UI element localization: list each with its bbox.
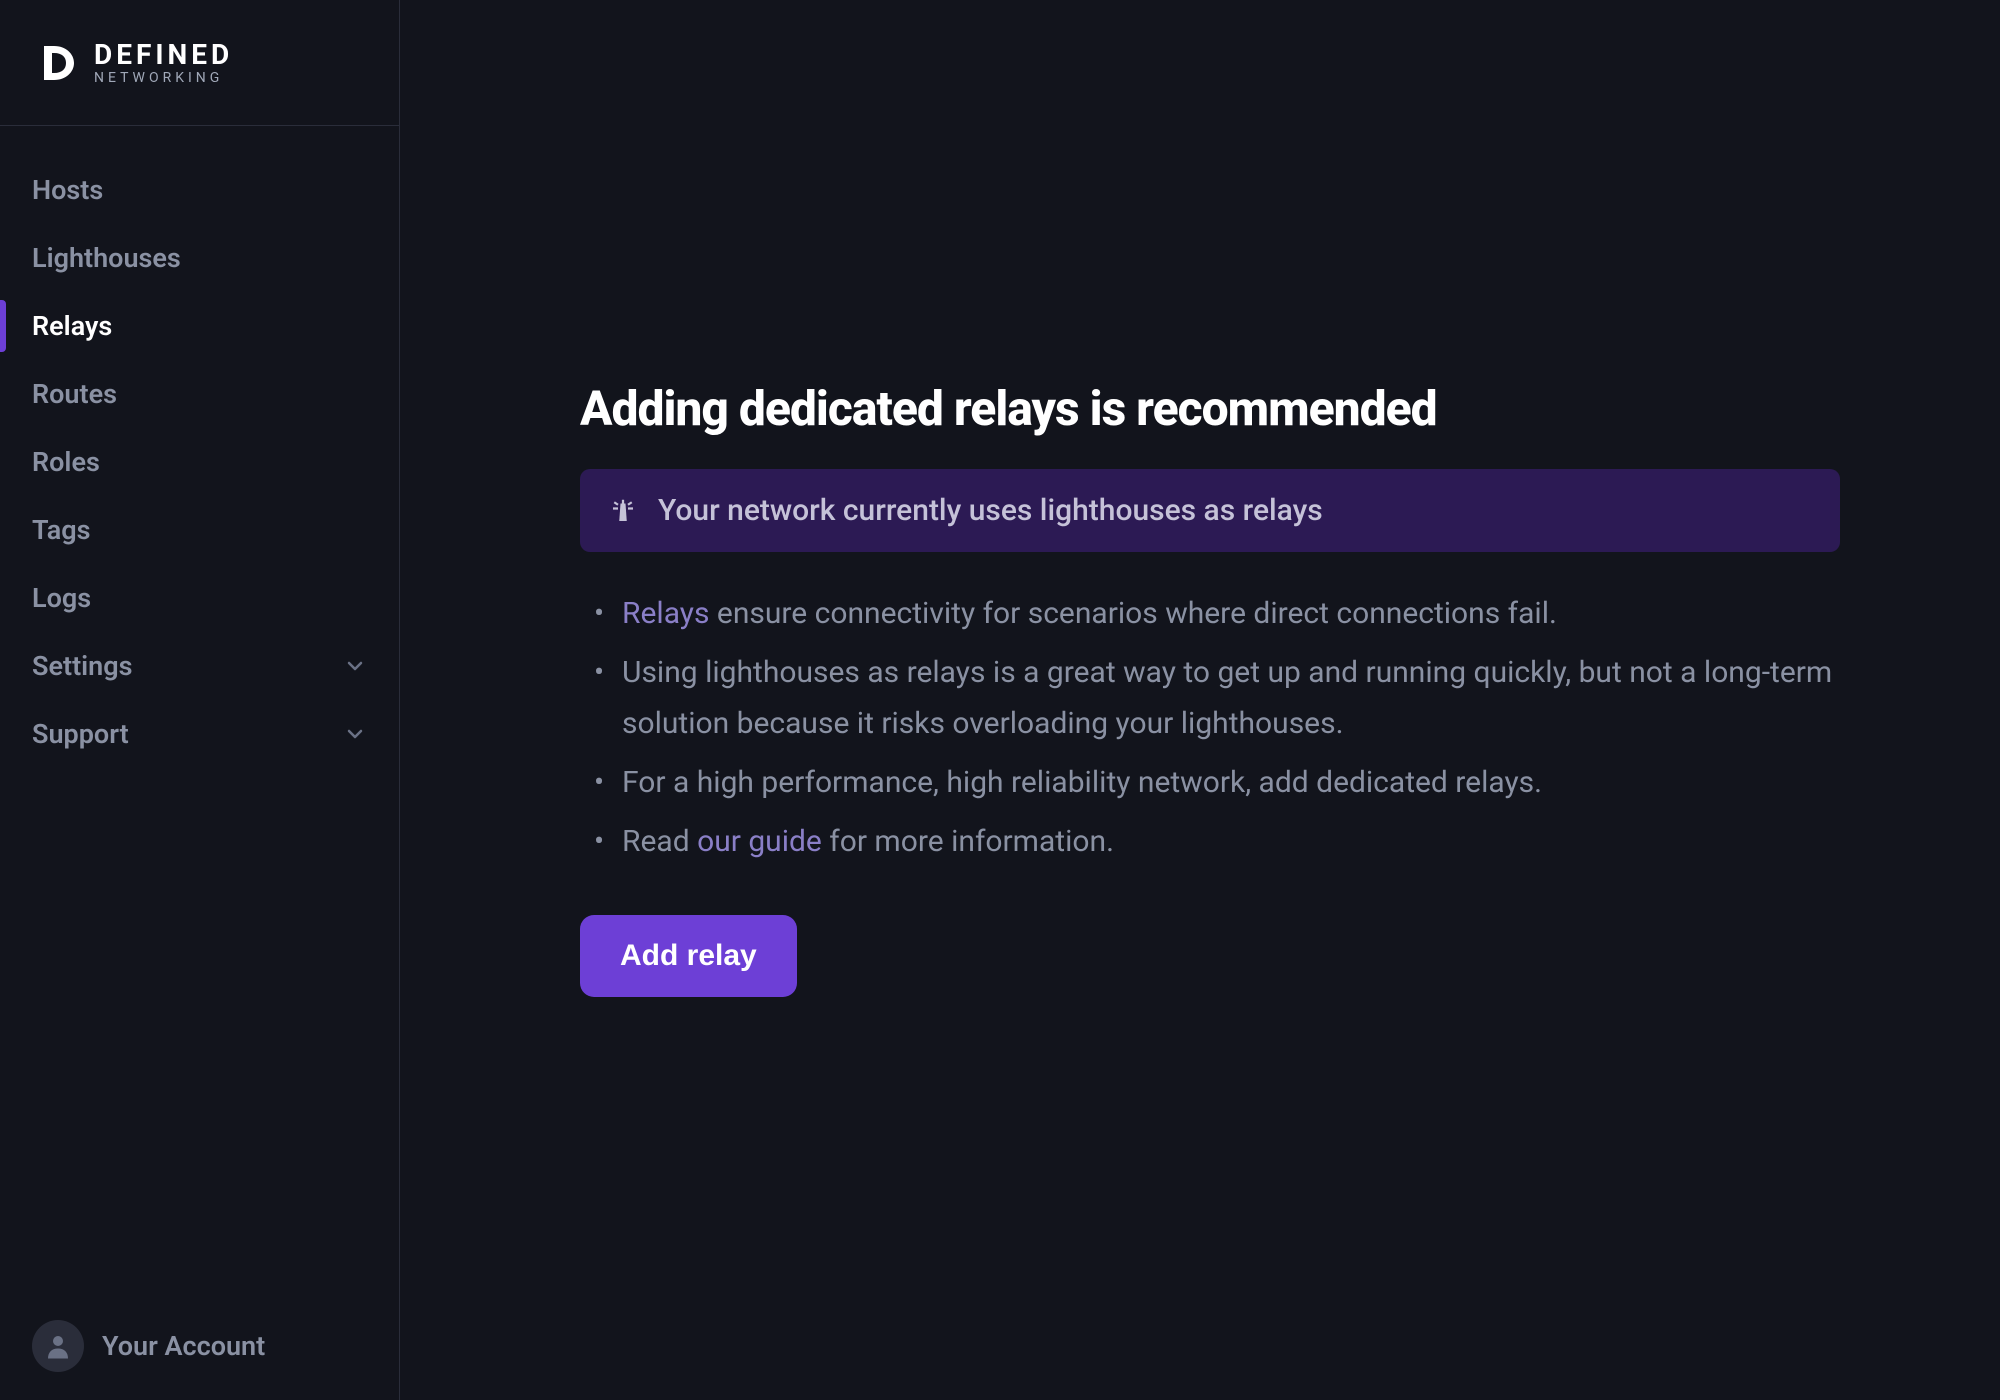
sidebar-item-tags[interactable]: Tags	[0, 496, 399, 564]
account-label: Your Account	[102, 1330, 265, 1362]
sidebar-item-label: Roles	[32, 446, 100, 478]
list-item-text: For a high performance, high reliability…	[622, 765, 1542, 800]
sidebar-item-label: Support	[32, 718, 129, 750]
main-content: Adding dedicated relays is recommended Y…	[400, 0, 2000, 1400]
sidebar-item-settings[interactable]: Settings	[0, 632, 399, 700]
sidebar-item-lighthouses[interactable]: Lighthouses	[0, 224, 399, 292]
sidebar-item-routes[interactable]: Routes	[0, 360, 399, 428]
avatar	[32, 1320, 84, 1372]
sidebar-item-logs[interactable]: Logs	[0, 564, 399, 632]
add-relay-button[interactable]: Add relay	[580, 915, 797, 997]
sidebar-item-label: Lighthouses	[32, 242, 181, 274]
sidebar-item-label: Tags	[32, 514, 90, 546]
list-item-text: Using lighthouses as relays is a great w…	[622, 655, 1832, 741]
banner-text: Your network currently uses lighthouses …	[658, 493, 1323, 528]
sidebar-item-relays[interactable]: Relays	[0, 292, 399, 360]
bullet-list: Relays ensure connectivity for scenarios…	[580, 588, 1840, 867]
sidebar-item-label: Logs	[32, 582, 91, 614]
sidebar-item-hosts[interactable]: Hosts	[0, 156, 399, 224]
nav-menu: Hosts Lighthouses Relays Routes Roles Ta…	[0, 126, 399, 1292]
user-icon	[43, 1331, 73, 1361]
sidebar-item-label: Hosts	[32, 174, 103, 206]
guide-link[interactable]: our guide	[697, 824, 822, 859]
info-banner: Your network currently uses lighthouses …	[580, 469, 1840, 552]
logo-main: DEFINED	[94, 41, 233, 69]
logo-sub: NETWORKING	[94, 71, 233, 85]
content-wrapper: Adding dedicated relays is recommended Y…	[580, 380, 1840, 997]
list-item: Using lighthouses as relays is a great w…	[604, 647, 1840, 749]
chevron-down-icon	[343, 654, 367, 678]
list-item: Read our guide for more information.	[604, 816, 1840, 867]
sidebar-item-label: Settings	[32, 650, 133, 682]
list-item-text: Read	[622, 824, 697, 859]
app-container: DEFINED NETWORKING Hosts Lighthouses Rel…	[0, 0, 2000, 1400]
lighthouse-icon	[608, 496, 638, 526]
account-area[interactable]: Your Account	[0, 1292, 399, 1400]
sidebar-item-label: Relays	[32, 310, 112, 342]
list-item-text: for more information.	[822, 824, 1114, 859]
relays-link[interactable]: Relays	[622, 596, 709, 631]
chevron-down-icon	[343, 722, 367, 746]
logo-icon	[32, 38, 82, 88]
logo-text: DEFINED NETWORKING	[94, 41, 233, 85]
list-item: Relays ensure connectivity for scenarios…	[604, 588, 1840, 639]
sidebar-item-support[interactable]: Support	[0, 700, 399, 768]
list-item-text: ensure connectivity for scenarios where …	[709, 596, 1556, 631]
sidebar-item-roles[interactable]: Roles	[0, 428, 399, 496]
page-title: Adding dedicated relays is recommended	[580, 380, 1840, 437]
sidebar-item-label: Routes	[32, 378, 117, 410]
sidebar: DEFINED NETWORKING Hosts Lighthouses Rel…	[0, 0, 400, 1400]
logo-area[interactable]: DEFINED NETWORKING	[0, 0, 399, 126]
list-item: For a high performance, high reliability…	[604, 757, 1840, 808]
